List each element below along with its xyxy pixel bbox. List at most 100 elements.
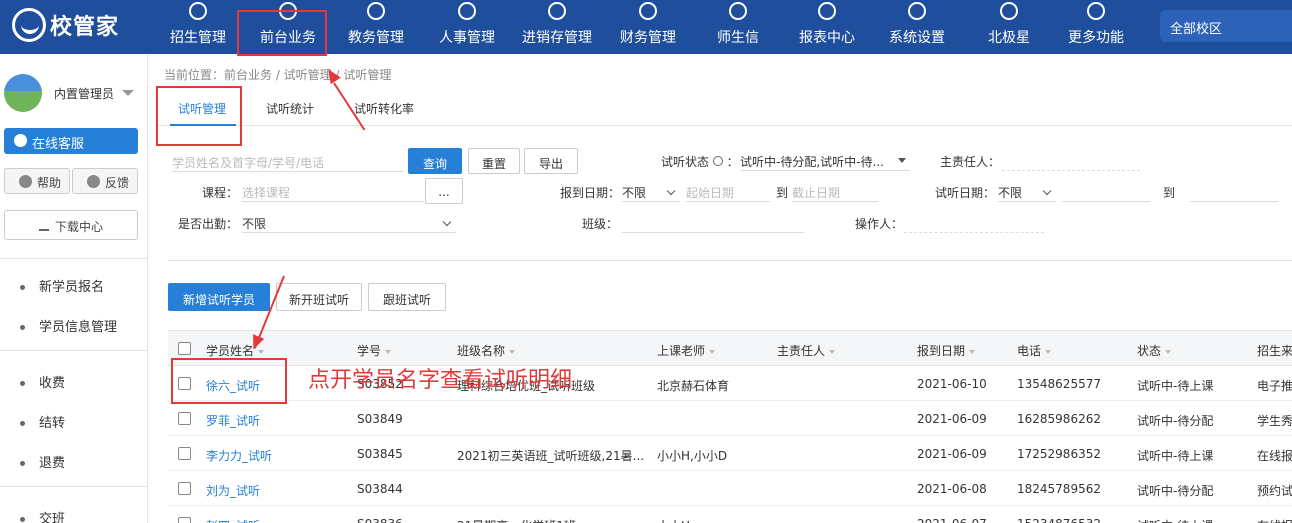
owner-input[interactable]	[1002, 149, 1140, 171]
search-input[interactable]: 学员姓名及首字母/学号/电话	[172, 150, 404, 172]
operator-label: 操作人：	[855, 217, 904, 231]
report-start-date[interactable]: 起始日期	[686, 180, 770, 202]
report-date-select[interactable]: 不限	[622, 180, 680, 202]
sort-icon	[385, 349, 392, 354]
course-label: 课程：	[202, 186, 239, 200]
row-checkbox[interactable]	[178, 447, 191, 460]
trial-to-label: 到	[1163, 186, 1176, 200]
row-checkbox[interactable]	[178, 517, 191, 523]
cell-date: 2021-06-10	[917, 377, 987, 391]
class-input[interactable]	[622, 211, 804, 233]
col-student-id[interactable]: 学号	[357, 342, 392, 359]
nav-item-7[interactable]: 报表中心	[797, 0, 857, 54]
col-source[interactable]: 招生来	[1257, 342, 1292, 359]
cell-status: 试听中-待分配	[1137, 414, 1214, 428]
course-input[interactable]: 选择课程	[242, 180, 424, 202]
download-label: 下载中心	[55, 220, 104, 234]
nav-item-9[interactable]: 北极星	[985, 0, 1033, 54]
nav-item-3[interactable]: 人事管理	[437, 0, 497, 54]
sidebar-item-new-student[interactable]: 新学员报名	[20, 276, 104, 295]
feedback-button[interactable]: 反馈	[72, 168, 138, 194]
highlight-box-name	[171, 358, 287, 404]
sidebar-item-carryover[interactable]: 结转	[20, 412, 65, 431]
col-class-name[interactable]: 班级名称	[457, 342, 516, 359]
chevron-down-icon[interactable]	[122, 90, 134, 96]
cell-name[interactable]: 罗菲_试听	[206, 412, 260, 429]
trial-end-date[interactable]	[1190, 180, 1278, 202]
highlight-box-tab	[156, 86, 242, 146]
sidebar-item-charge[interactable]: 收费	[20, 372, 65, 391]
nav-label: 师生信	[717, 30, 759, 46]
divider	[0, 486, 148, 487]
nav-label: 教务管理	[348, 30, 404, 46]
status-select[interactable]: 试听中-待分配,试听中-待...	[740, 149, 910, 171]
col-status[interactable]: 状态	[1137, 342, 1172, 359]
sidebar: 内置管理员 在线客服 帮助 反馈 下载中心 新学员报名 学员信息管理 收费 结转…	[0, 54, 148, 523]
cell-name[interactable]: 赵四_试听	[206, 517, 260, 523]
cell-date: 2021-06-09	[917, 447, 987, 461]
chat-icon	[14, 134, 27, 147]
follow-class-trial-button[interactable]: 跟班试听	[368, 283, 446, 311]
nav-label: 报表中心	[799, 30, 855, 46]
download-center-button[interactable]: 下载中心	[4, 210, 138, 240]
cell-name[interactable]: 李力力_试听	[206, 447, 272, 464]
col-report-date[interactable]: 报到日期	[917, 342, 976, 359]
nav-item-6[interactable]: 师生信	[716, 0, 760, 54]
online-service-button[interactable]: 在线客服	[4, 128, 138, 154]
operator-input[interactable]	[904, 211, 1044, 233]
row-checkbox[interactable]	[178, 412, 191, 425]
export-button[interactable]: 导出	[524, 148, 578, 174]
nav-label: 系统设置	[889, 30, 945, 46]
add-trial-student-button[interactable]: 新增试听学员	[168, 283, 270, 311]
new-class-trial-button[interactable]: 新开班试听	[276, 283, 362, 311]
avatar[interactable]	[4, 74, 42, 112]
yuan-icon	[639, 2, 657, 20]
col-phone[interactable]: 电话	[1017, 342, 1052, 359]
attend-select[interactable]: 不限	[242, 211, 456, 233]
nav-item-4[interactable]: 进销存管理	[519, 0, 595, 54]
breadcrumb: 当前位置：前台业务 / 试听管理 / 试听管理	[164, 68, 392, 82]
trial-date-select[interactable]: 不限	[998, 180, 1056, 202]
nav-item-10[interactable]: 更多功能	[1066, 0, 1126, 54]
nav-item-5[interactable]: 财务管理	[618, 0, 678, 54]
book-icon	[367, 2, 385, 20]
tab-conversion-rate[interactable]: 试听转化率	[354, 100, 414, 117]
table-header: 学员姓名 学号 班级名称 上课老师 主责任人 报到日期 电话 状态 招生来	[168, 330, 1292, 366]
report-end-date[interactable]: 截止日期	[792, 180, 878, 202]
reset-button[interactable]: 重置	[468, 148, 520, 174]
nav-item-0[interactable]: 招生管理	[168, 0, 228, 54]
sort-icon	[709, 349, 716, 354]
query-button[interactable]: 查询	[408, 148, 462, 174]
nav-item-2[interactable]: 教务管理	[346, 0, 406, 54]
sort-icon	[829, 349, 836, 354]
course-picker-button[interactable]: ...	[425, 178, 463, 204]
feedback-label: 反馈	[105, 176, 130, 190]
col-owner[interactable]: 主责任人	[777, 342, 836, 359]
nav-label: 人事管理	[439, 30, 495, 46]
gear-icon	[908, 2, 926, 20]
help-icon	[19, 175, 32, 188]
app-logo[interactable]: 校管家	[12, 8, 119, 42]
nav-label: 招生管理	[170, 30, 226, 46]
cell-class: 2021初三英语班_试听班级,21暑...	[457, 449, 645, 463]
trial-start-date[interactable]	[1062, 180, 1150, 202]
cell-name[interactable]: 刘为_试听	[206, 482, 260, 499]
row-checkbox[interactable]	[178, 482, 191, 495]
chat-icon	[729, 2, 747, 20]
select-all-checkbox[interactable]	[178, 342, 191, 355]
user-name[interactable]: 内置管理员	[54, 85, 114, 102]
campus-selector[interactable]: 全部校区	[1160, 10, 1292, 42]
sidebar-item-student-info[interactable]: 学员信息管理	[20, 316, 117, 335]
table-row: 李力力_试听 S03845 2021初三英语班_试听班级,21暑... 小小H,小小D…	[168, 436, 1292, 471]
feedback-icon	[87, 175, 100, 188]
status-value: 试听中-待分配,试听中-待...	[740, 155, 884, 169]
sidebar-item-handover[interactable]: 交班	[20, 508, 65, 523]
col-teacher[interactable]: 上课老师	[657, 342, 716, 359]
nav-item-8[interactable]: 系统设置	[887, 0, 947, 54]
cell-source: 在线报	[1257, 517, 1292, 523]
tab-trial-statistics[interactable]: 试听统计	[266, 100, 314, 117]
nav-label: 进销存管理	[522, 30, 592, 46]
sidebar-item-refund[interactable]: 退费	[20, 452, 65, 471]
nav-label: 更多功能	[1068, 30, 1124, 46]
help-button[interactable]: 帮助	[4, 168, 70, 194]
